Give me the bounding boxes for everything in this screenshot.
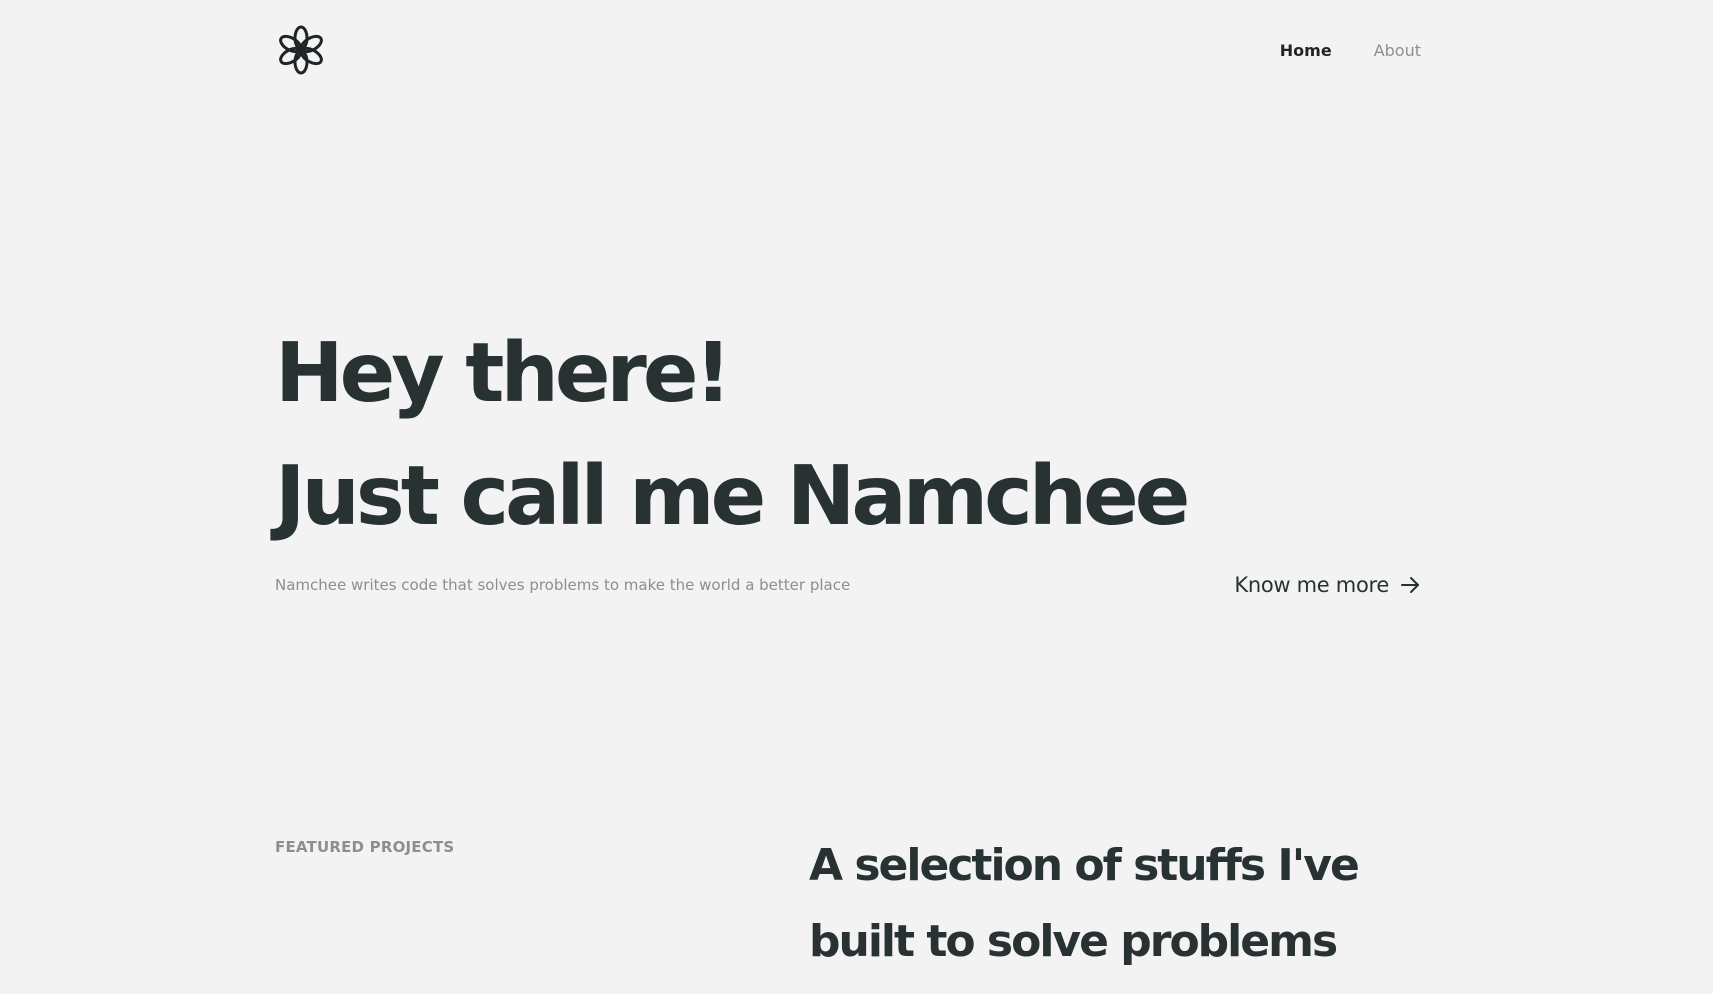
hero-heading-line-1: Hey there!	[275, 326, 732, 421]
page: Home About Hey there! Just call me Namch…	[0, 0, 1713, 994]
hero-section: Hey there! Just call me Namchee	[275, 312, 1421, 558]
featured-projects-section: FEATURED PROJECTS A selection of stuffs …	[275, 828, 1421, 980]
hero-heading-line-2: Just call me Namchee	[275, 449, 1190, 544]
featured-projects-title: A selection of stuffs I've built to solv…	[809, 840, 1360, 967]
nav-about-link[interactable]: About	[1374, 41, 1421, 60]
hero-footer-row: Namchee writes code that solves problems…	[275, 570, 1421, 600]
site-header: Home About	[275, 24, 1421, 76]
main-nav: Home About	[1280, 41, 1421, 60]
featured-projects-label: FEATURED PROJECTS	[275, 838, 455, 856]
flower-logo-icon[interactable]	[275, 24, 327, 76]
know-me-more-label: Know me more	[1234, 573, 1389, 597]
arrow-right-icon	[1401, 577, 1419, 593]
know-me-more-link[interactable]: Know me more	[1234, 573, 1421, 597]
hero-tagline: Namchee writes code that solves problems…	[275, 576, 851, 594]
nav-home-link[interactable]: Home	[1280, 41, 1332, 60]
